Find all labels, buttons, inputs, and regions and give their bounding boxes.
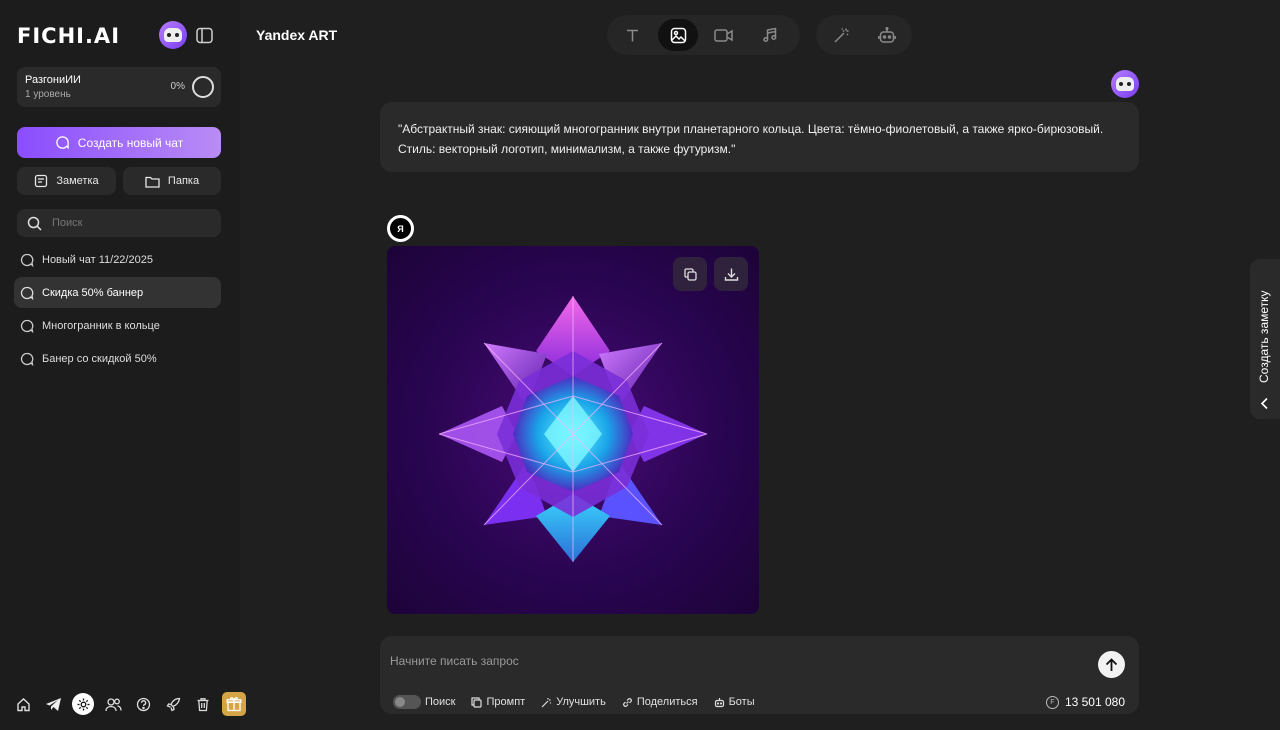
chat-item-label: Скидка 50% баннер — [42, 286, 144, 299]
create-note-tab[interactable]: Создать заметку — [1250, 259, 1280, 419]
bots-label: Боты — [728, 696, 755, 708]
settings-icon[interactable] — [72, 693, 94, 715]
help-icon[interactable] — [132, 693, 154, 715]
image-mode-button[interactable] — [658, 19, 698, 51]
text-mode-button[interactable] — [612, 19, 652, 51]
chat-bubble-icon — [20, 253, 34, 267]
prompt-input[interactable] — [390, 654, 1080, 668]
telegram-icon[interactable] — [42, 693, 64, 715]
search-icon — [27, 216, 42, 231]
extras-group — [816, 15, 912, 55]
app-logo[interactable]: FICHI.AI — [17, 24, 120, 48]
create-note-label: Создать заметку — [1257, 290, 1271, 383]
user-prompt-message: "Абстрактный знак: сияющий многогранник … — [380, 102, 1139, 172]
rocket-icon[interactable] — [162, 693, 184, 715]
generated-image[interactable] — [387, 246, 759, 614]
prompt-button[interactable]: Промпт — [471, 696, 525, 708]
search-box[interactable]: Поиск — [17, 209, 221, 237]
share-button[interactable]: Поделиться — [622, 696, 698, 708]
composer: Поиск Промпт Улучшить Поделиться Боты F … — [380, 636, 1139, 714]
bottom-toolbar — [12, 692, 246, 716]
chat-item-label: Многогранник в кольце — [42, 319, 160, 332]
bot-button[interactable] — [867, 19, 907, 51]
coin-icon: F — [1045, 695, 1059, 709]
sidebar-toggle-icon[interactable] — [195, 26, 213, 44]
chat-plus-icon — [56, 136, 69, 150]
copy-image-button[interactable] — [673, 257, 707, 291]
mode-switcher — [607, 15, 800, 55]
balance-value: 13 501 080 — [1064, 695, 1125, 709]
copy-icon — [683, 267, 697, 281]
toggle-switch[interactable] — [393, 695, 421, 709]
download-image-button[interactable] — [714, 257, 748, 291]
level-progress-ring — [192, 76, 214, 98]
magic-wand-icon — [833, 27, 849, 43]
level-card[interactable]: РазгониИИ 1 уровень 0% — [17, 67, 221, 107]
composer-tools: Поиск Промпт Улучшить Поделиться Боты — [393, 695, 755, 709]
level-percent: 0% — [170, 81, 185, 92]
video-icon — [714, 28, 733, 42]
magic-button[interactable] — [821, 19, 861, 51]
search-toggle-label: Поиск — [425, 696, 456, 708]
video-mode-button[interactable] — [704, 19, 744, 51]
model-title[interactable]: Yandex ART — [256, 27, 337, 43]
note-icon — [35, 174, 48, 188]
magic-wand-icon — [541, 697, 552, 707]
link-icon — [622, 697, 632, 707]
bots-button[interactable]: Боты — [714, 696, 755, 708]
chat-item[interactable]: Многогранник в кольце — [14, 310, 221, 341]
search-toggle[interactable]: Поиск — [393, 695, 455, 709]
chat-bubble-icon — [20, 319, 34, 333]
improve-label: Улучшить — [556, 696, 606, 708]
download-icon — [724, 268, 738, 281]
folder-label: Папка — [167, 175, 200, 187]
chat-item[interactable]: Новый чат 11/22/2025 — [14, 244, 221, 275]
folder-button[interactable]: Папка — [123, 167, 221, 195]
improve-button[interactable]: Улучшить — [541, 696, 606, 708]
arrow-up-icon — [1105, 657, 1118, 671]
crystal-star-image — [438, 296, 708, 562]
token-balance: F 13 501 080 — [1045, 695, 1125, 709]
gift-icon[interactable] — [222, 692, 246, 716]
chat-item[interactable]: Банер со скидкой 50% — [14, 343, 221, 374]
note-label: Заметка — [56, 175, 99, 187]
sidebar: FICHI.AI РазгониИИ 1 уровень 0% Создать … — [0, 0, 246, 730]
note-button[interactable]: Заметка — [17, 167, 116, 195]
prompt-label: Промпт — [486, 696, 526, 708]
bot-icon — [714, 697, 724, 707]
new-chat-label: Создать новый чат — [77, 135, 184, 150]
chat-item-label: Новый чат 11/22/2025 — [42, 253, 153, 266]
text-icon — [626, 29, 638, 41]
send-button[interactable] — [1098, 651, 1125, 678]
chevron-left-icon — [1260, 397, 1268, 410]
bot-icon — [878, 26, 896, 43]
share-label: Поделиться — [636, 696, 698, 708]
folder-icon — [145, 176, 160, 188]
chat-item-label: Банер со скидкой 50% — [42, 352, 157, 365]
chat-bubble-icon — [20, 286, 34, 300]
prompt-icon — [471, 696, 483, 708]
new-chat-button[interactable]: Создать новый чат — [17, 127, 221, 158]
home-icon[interactable] — [12, 693, 34, 715]
users-icon[interactable] — [102, 693, 124, 715]
chat-item[interactable]: Скидка 50% баннер — [14, 277, 221, 308]
music-icon — [763, 27, 777, 43]
avatar[interactable] — [159, 21, 187, 49]
level-name: РазгониИИ — [25, 74, 81, 86]
search-placeholder: Поиск — [52, 217, 83, 229]
level-sub: 1 уровень — [25, 89, 71, 100]
user-avatar — [1111, 70, 1139, 98]
music-mode-button[interactable] — [750, 19, 790, 51]
image-icon — [670, 27, 686, 43]
yandex-model-badge: Я — [387, 215, 414, 242]
chat-bubble-icon — [20, 352, 34, 366]
trash-icon[interactable] — [192, 693, 214, 715]
